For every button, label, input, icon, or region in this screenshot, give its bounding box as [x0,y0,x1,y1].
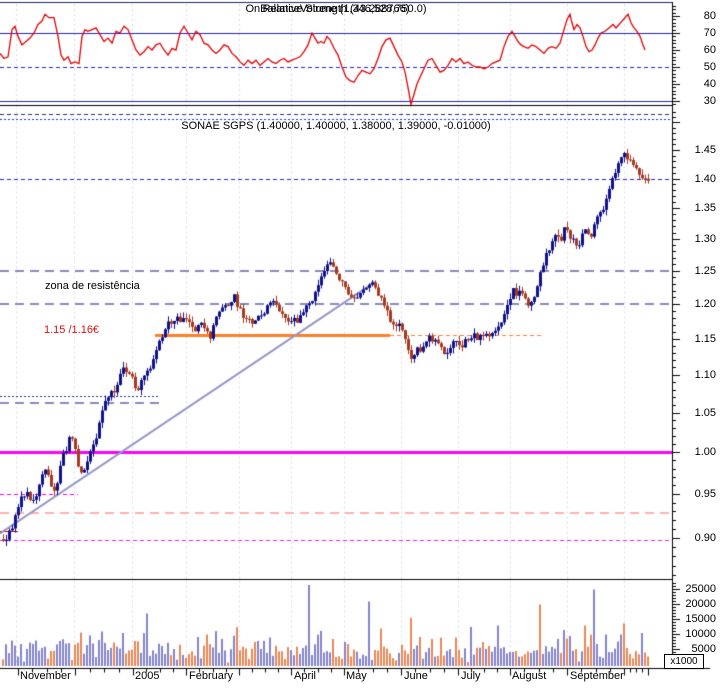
rsi-axis-label: 80 [703,10,716,22]
chart-canvas[interactable] [0,0,724,690]
rsi-axis-label: 50 [703,61,716,73]
rsi-axis-label: 70 [703,27,716,39]
support-price-label: 1.15 /1.16€ [44,324,100,336]
volume-axis-label: 15000 [685,613,716,625]
month-label: August [512,670,547,682]
price-axis-label: 1.20 [694,298,716,310]
rsi-axis-label: 30 [703,95,716,107]
month-label: September [570,670,624,682]
resistance-zone-label: zona de resistência [45,280,140,292]
price-axis-label: 1.00 [694,446,716,458]
rsi-axis-label: 60 [703,44,716,56]
month-label: July [461,670,481,682]
price-axis-label: 1.45 [694,144,716,156]
price-axis-label: 1.40 [694,173,716,185]
price-axis-label: 1.35 [694,202,716,214]
price-axis-label: 1.15 [694,333,716,345]
month-label: June [404,670,428,682]
chart-window: OnBalanceVolume (1,346,528,750.0) Relati… [0,0,724,690]
indicator-title-rsi: Relative Strength (43.288766) [262,3,410,15]
price-panel-title: SONAE SGPS (1.40000, 1.40000, 1.38000, 1… [181,120,491,132]
price-axis-label: 1.25 [694,265,716,277]
price-axis-label: 1.10 [694,369,716,381]
month-label: 2005 [135,670,160,682]
price-axis-label: 0.95 [694,488,716,500]
volume-axis-label: 25000 [685,583,716,595]
month-label: April [294,670,317,682]
month-label: May [346,670,367,682]
volume-unit-label: x1000 [664,654,704,669]
rsi-axis-label: 40 [703,78,716,90]
volume-axis-label: 5000 [691,643,716,655]
volume-axis-label: 20000 [685,598,716,610]
price-axis-label: 1.05 [694,407,716,419]
month-label: February [189,670,234,682]
price-axis-label: 1.30 [694,233,716,245]
month-label: November [20,670,71,682]
volume-axis-label: 10000 [685,628,716,640]
price-axis-label: 0.90 [694,532,716,544]
